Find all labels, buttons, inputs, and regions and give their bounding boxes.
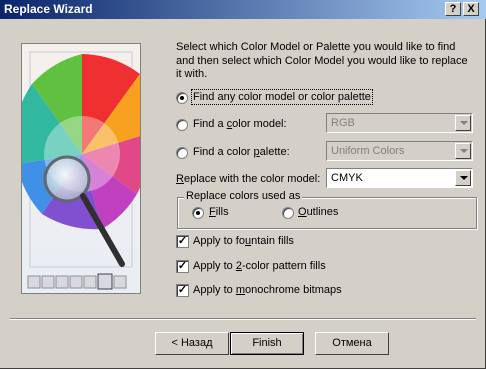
close-button[interactable]: X bbox=[463, 2, 479, 16]
title-bar: Replace Wizard ? X bbox=[0, 0, 486, 19]
back-button[interactable]: < Назад bbox=[155, 332, 229, 355]
find-any-radio[interactable] bbox=[176, 92, 188, 104]
fountain-fills-checkbox[interactable]: ✓ bbox=[176, 235, 189, 248]
find-model-label[interactable]: Find a color model: bbox=[193, 118, 287, 130]
replace-wizard-window: Replace Wizard ? X Select which Color Mo… bbox=[0, 0, 486, 369]
outlines-label[interactable]: Outlines bbox=[298, 206, 338, 218]
window-title: Replace Wizard bbox=[4, 2, 93, 16]
chevron-down-icon[interactable] bbox=[455, 115, 471, 131]
fills-radio[interactable] bbox=[192, 207, 204, 219]
help-button[interactable]: ? bbox=[445, 2, 461, 16]
replace-with-label: Replace with the color model: bbox=[176, 173, 321, 185]
monochrome-bitmaps-checkbox[interactable]: ✓ bbox=[176, 284, 189, 297]
check-icon: ✓ bbox=[177, 260, 188, 272]
finish-button[interactable]: Finish bbox=[230, 332, 304, 355]
replace-with-value: CMYK bbox=[331, 172, 363, 184]
find-palette-label[interactable]: Find a color palette: bbox=[193, 146, 290, 158]
pattern-fills-label[interactable]: Apply to 2-color pattern fills bbox=[193, 260, 326, 272]
fountain-fills-label[interactable]: Apply to fountain fills bbox=[193, 235, 294, 247]
separator bbox=[10, 318, 476, 320]
intro-text: Select which Color Model or Palette you … bbox=[176, 41, 468, 80]
find-model-combo[interactable]: RGB bbox=[326, 113, 473, 133]
replace-colors-group-title: Replace colors used as bbox=[184, 190, 303, 202]
outlines-radio[interactable] bbox=[282, 207, 294, 219]
cancel-button[interactable]: Отмена bbox=[315, 332, 389, 355]
find-palette-radio[interactable] bbox=[176, 147, 188, 159]
find-any-label[interactable]: Find any color model or color palette bbox=[191, 89, 373, 105]
monochrome-bitmaps-label[interactable]: Apply to monochrome bitmaps bbox=[193, 284, 342, 296]
find-palette-combo[interactable]: Uniform Colors bbox=[326, 141, 473, 161]
replace-with-combo[interactable]: CMYK bbox=[326, 168, 473, 188]
find-model-value: RGB bbox=[331, 117, 355, 129]
fills-label[interactable]: Fills bbox=[209, 206, 229, 218]
find-model-radio[interactable] bbox=[176, 119, 188, 131]
check-icon: ✓ bbox=[177, 235, 188, 247]
find-palette-value: Uniform Colors bbox=[331, 145, 405, 157]
check-icon: ✓ bbox=[177, 284, 188, 296]
pattern-fills-checkbox[interactable]: ✓ bbox=[176, 260, 189, 273]
chevron-down-icon[interactable] bbox=[455, 143, 471, 159]
color-wheel-magnifier-icon bbox=[21, 43, 141, 294]
chevron-down-icon[interactable] bbox=[455, 170, 471, 186]
wizard-illustration bbox=[22, 44, 140, 293]
